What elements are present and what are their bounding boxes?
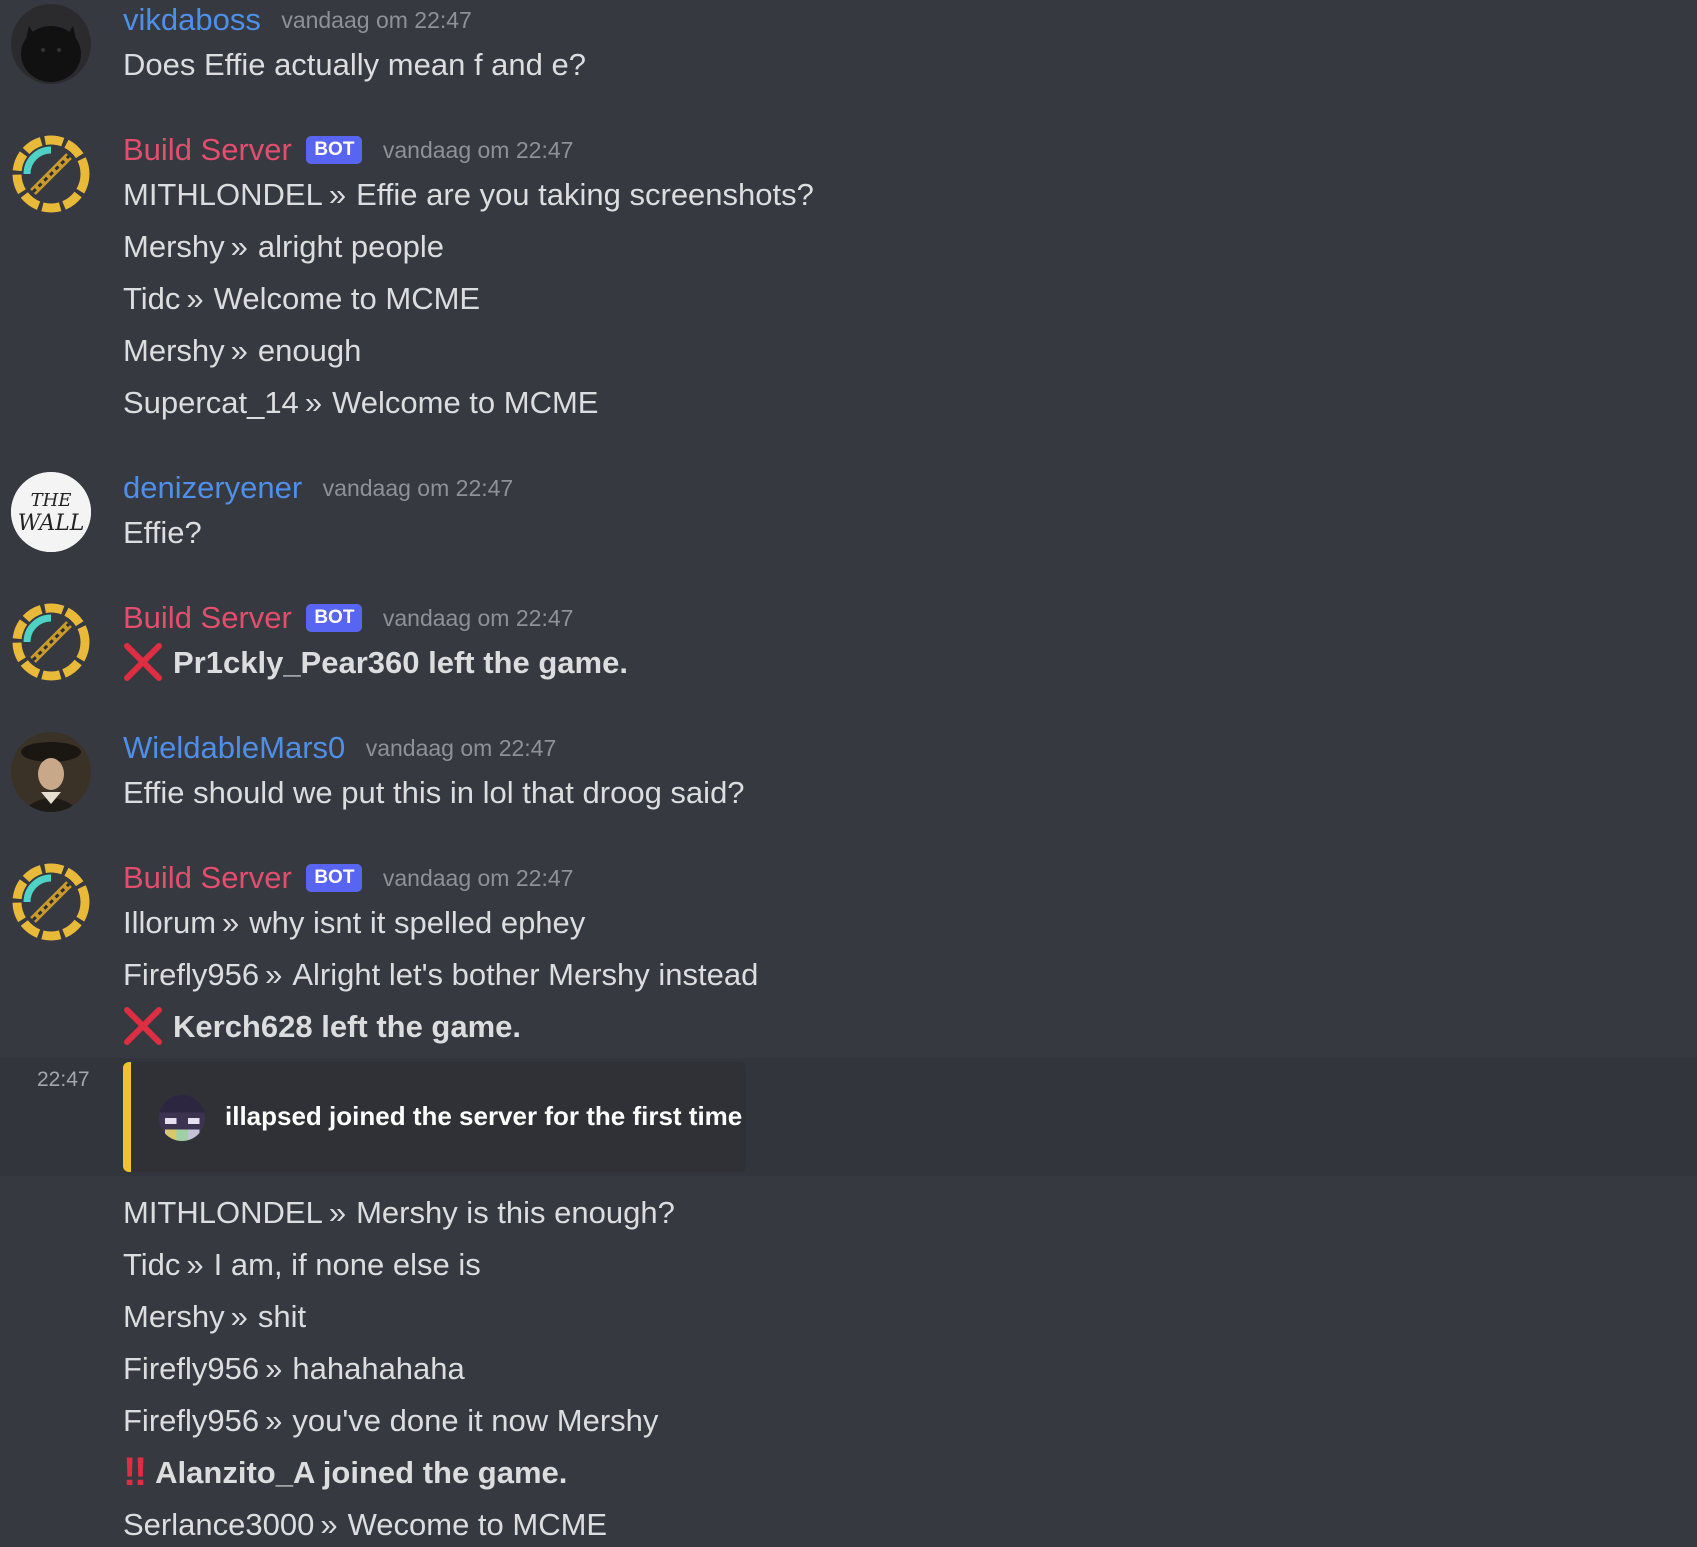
chat-text: Wecome to MCME [347, 1507, 608, 1542]
portrait-avatar [11, 732, 91, 812]
build-server-avatar [12, 863, 90, 941]
game-event: Pr1ckly_Pear360 left the game. [123, 642, 628, 685]
avatar[interactable] [11, 4, 91, 84]
player-name: Mershy [123, 1299, 225, 1334]
player-name: Firefly956 [123, 1403, 260, 1438]
double-exclamation-icon: ‼ [123, 1449, 147, 1494]
avatar[interactable] [11, 862, 91, 942]
author-name[interactable]: WieldableMars0 [123, 730, 345, 765]
chat-text: you've done it now Mershy [292, 1403, 659, 1438]
chat-line: MITHLONDEL» Mershy is this enough? [123, 1195, 675, 1230]
chat-line: Firefly956» you've done it now Mershy [123, 1403, 659, 1438]
chat-text: Mershy is this enough? [356, 1195, 675, 1230]
message-text: Does Effie actually mean f and e? [123, 47, 586, 82]
chat-line: Illorum» why isnt it spelled ephey [123, 905, 586, 940]
chat-text: shit [257, 1299, 307, 1334]
game-event: Kerch628 left the game. [123, 1006, 522, 1049]
event-text: Alanzito_A joined the game. [155, 1455, 568, 1490]
build-server-avatar [12, 603, 90, 681]
player-name: Supercat_14 [123, 385, 299, 420]
chat-text: Welcome to MCME [213, 281, 481, 316]
timestamp: vandaag om 22:47 [281, 6, 472, 33]
player-name: Mershy [123, 229, 225, 264]
game-event: ‼ Alanzito_A joined the game. [123, 1449, 568, 1495]
chat-line: Tidc» I am, if none else is [123, 1247, 481, 1282]
red-x-icon [124, 642, 162, 681]
embed-text: illapsed joined the server for the first… [225, 1101, 743, 1131]
author-name[interactable]: Build Server [123, 600, 292, 635]
the-wall-avatar: THE WALL [11, 472, 91, 552]
author-name[interactable]: denizeryener [123, 470, 302, 505]
player-name: Firefly956 [123, 1351, 260, 1386]
player-name: MITHLONDEL [123, 177, 323, 212]
chat-line: Serlance3000» Wecome to MCME [123, 1507, 608, 1542]
chat-text: hahahahaha [292, 1351, 465, 1386]
chat-line: Supercat_14» Welcome to MCME [123, 385, 599, 420]
black-cat-avatar [11, 4, 91, 84]
chat-line: MITHLONDEL» Effie are you taking screensh… [123, 177, 814, 212]
chat-text: enough [257, 333, 362, 368]
message-text: Effie? [123, 515, 202, 550]
chat-text: Welcome to MCME [332, 385, 599, 420]
chat-text: Effie are you taking screenshots? [356, 177, 814, 212]
event-text: Pr1ckly_Pear360 left the game. [173, 645, 628, 680]
chat-text: why isnt it spelled ephey [249, 905, 586, 940]
timestamp: vandaag om 22:47 [382, 604, 574, 631]
svg-text:THE: THE [31, 490, 72, 511]
chat-messages: vikdaboss vandaag om 22:47 Does Effie ac… [0, 0, 1697, 1547]
timestamp: vandaag om 22:47 [365, 734, 557, 761]
player-name: Serlance3000 [123, 1507, 315, 1542]
player-name: Tidc [123, 281, 181, 316]
author-name[interactable]: vikdaboss [123, 2, 261, 37]
author-name[interactable]: Build Server [123, 860, 292, 895]
player-name: Tidc [123, 1247, 181, 1282]
avatar[interactable] [11, 134, 91, 214]
bot-tag: BOT [306, 604, 363, 632]
message-text: Effie should we put this in lol that dro… [123, 775, 745, 810]
author-name[interactable]: Build Server [123, 132, 292, 167]
chat-line: Mershy» shit [123, 1299, 307, 1334]
avatar[interactable]: THE WALL [11, 472, 91, 552]
avatar[interactable] [11, 732, 91, 812]
timestamp: vandaag om 22:47 [382, 864, 574, 891]
player-head-icon [159, 1095, 205, 1141]
join-embed: illapsed joined the server for the first… [123, 1062, 746, 1172]
chat-line: Tidc» Welcome to MCME [123, 281, 481, 316]
chat-text: Alright let's bother Mershy instead [292, 957, 759, 992]
chat-line: Mershy» alright people [123, 229, 445, 264]
player-name: Mershy [123, 333, 225, 368]
player-name: MITHLONDEL [123, 1195, 323, 1230]
bot-tag: BOT [306, 864, 363, 892]
chat-text: I am, if none else is [213, 1247, 481, 1282]
event-text: Kerch628 left the game. [173, 1009, 522, 1044]
player-name: Firefly956 [123, 957, 260, 992]
chat-line: Firefly956» hahahahaha [123, 1351, 465, 1386]
avatar[interactable] [11, 602, 91, 682]
hover-timestamp: 22:47 [37, 1068, 90, 1091]
red-x-icon [124, 1006, 162, 1045]
timestamp: vandaag om 22:47 [322, 474, 514, 501]
chat-line: Mershy» enough [123, 333, 362, 368]
chat-line: Firefly956» Alright let's bother Mershy i… [123, 957, 759, 992]
svg-text:WALL: WALL [18, 511, 85, 536]
timestamp: vandaag om 22:47 [382, 136, 574, 163]
build-server-avatar [12, 135, 90, 213]
player-name: Illorum [123, 905, 217, 940]
bot-tag: BOT [306, 136, 363, 164]
chat-text: alright people [257, 229, 445, 264]
